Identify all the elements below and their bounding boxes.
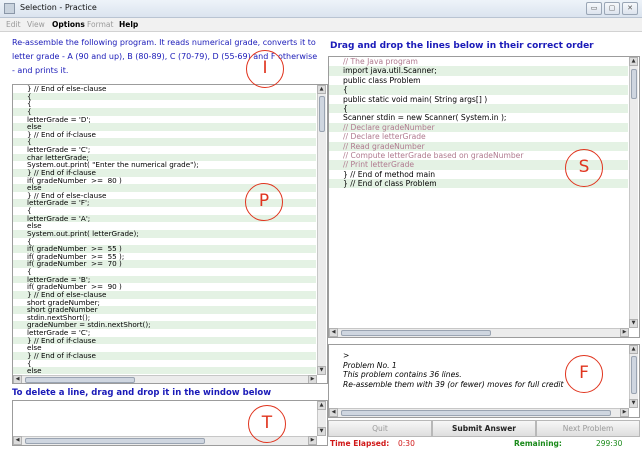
menu-help[interactable]: Help xyxy=(119,20,138,29)
program-panel[interactable]: } // End of else-clause{{{letterGrade = … xyxy=(12,84,328,384)
close-button[interactable]: ✕ xyxy=(622,2,638,15)
scroll-up-icon[interactable]: ▲ xyxy=(629,57,638,66)
scroll-up-icon[interactable]: ▲ xyxy=(317,401,326,410)
answer-line[interactable]: public static void main( String args[] ) xyxy=(329,95,628,104)
scroll-right-icon[interactable]: ▶ xyxy=(308,375,317,383)
program-line[interactable]: } // End of if-clause xyxy=(13,131,316,139)
menu-options[interactable]: Options xyxy=(52,20,85,29)
scroll-thumb[interactable] xyxy=(631,356,637,394)
window-title: Selection - Practice xyxy=(20,3,97,12)
scroll-down-icon[interactable]: ▼ xyxy=(629,399,638,408)
elapsed-label: Time Elapsed: xyxy=(330,439,390,448)
scroll-right-icon[interactable]: ▶ xyxy=(308,436,317,445)
program-vertical-scrollbar[interactable]: ▲ ▼ xyxy=(317,85,326,375)
program-line[interactable]: { xyxy=(13,359,316,368)
program-line[interactable]: { xyxy=(13,100,316,108)
scroll-thumb[interactable] xyxy=(341,330,491,336)
answer-horizontal-scrollbar[interactable]: ◀ ▶ xyxy=(329,328,629,337)
scroll-thumb[interactable] xyxy=(631,69,637,99)
scroll-left-icon[interactable]: ◀ xyxy=(329,408,338,417)
window-controls: ▭ ▢ ✕ xyxy=(586,2,638,15)
delete-vertical-scrollbar[interactable]: ▲ ▼ xyxy=(317,401,326,436)
drag-instructions: Drag and drop the lines below in their c… xyxy=(330,41,594,51)
scroll-down-icon[interactable]: ▼ xyxy=(629,319,638,328)
maximize-button[interactable]: ▢ xyxy=(604,2,620,15)
scroll-thumb[interactable] xyxy=(341,410,611,416)
instructions-line: Re-assemble the following program. It re… xyxy=(12,38,316,47)
answer-line[interactable]: { xyxy=(329,103,628,114)
answer-vertical-scrollbar[interactable]: ▲ ▼ xyxy=(629,57,638,328)
quit-button[interactable]: Quit xyxy=(328,420,432,437)
answer-line[interactable]: Scanner stdin = new Scanner( System.in )… xyxy=(329,113,628,122)
annotation-marker-t: T xyxy=(248,405,286,443)
answer-line[interactable]: { xyxy=(329,85,628,95)
program-line[interactable]: letterGrade = 'D'; xyxy=(13,115,316,124)
program-line[interactable]: else xyxy=(13,367,316,374)
scroll-thumb[interactable] xyxy=(25,377,135,383)
feedback-vertical-scrollbar[interactable]: ▲ ▼ xyxy=(629,345,638,408)
menu-edit[interactable]: Edit xyxy=(6,20,21,29)
answer-line[interactable]: import java.util.Scanner; xyxy=(329,66,628,76)
scroll-left-icon[interactable]: ◀ xyxy=(13,375,22,383)
menu-format[interactable]: Format xyxy=(87,20,113,29)
minimize-button[interactable]: ▭ xyxy=(586,2,602,15)
menubar: Edit View Options Format Help xyxy=(0,18,642,32)
program-line[interactable]: if( gradeNumber >= 70 ) xyxy=(13,260,316,268)
feedback-horizontal-scrollbar[interactable]: ◀ ▶ xyxy=(329,408,629,417)
scroll-thumb[interactable] xyxy=(25,438,205,444)
scroll-down-icon[interactable]: ▼ xyxy=(317,427,326,436)
annotation-marker-f: F xyxy=(565,355,603,393)
app-icon xyxy=(4,3,15,14)
scroll-down-icon[interactable]: ▼ xyxy=(317,366,326,375)
scroll-left-icon[interactable]: ◀ xyxy=(329,328,338,337)
program-line[interactable]: { xyxy=(13,93,316,101)
annotation-marker-s: S xyxy=(565,149,603,187)
answer-panel[interactable]: // The Java program import java.util.Scan… xyxy=(328,56,640,338)
program-horizontal-scrollbar[interactable]: ◀ ▶ xyxy=(13,375,317,383)
window-titlebar[interactable]: Selection - Practice ▭ ▢ ✕ xyxy=(0,0,642,18)
remaining-value: 299:30 xyxy=(596,439,623,448)
next-problem-button[interactable]: Next Problem xyxy=(536,420,640,437)
status-bar: Time Elapsed: 0:30 Remaining: 299:30 xyxy=(328,438,640,450)
answer-line[interactable]: // Declare letterGrade xyxy=(329,132,628,141)
scroll-thumb[interactable] xyxy=(319,96,325,132)
scroll-up-icon[interactable]: ▲ xyxy=(629,345,638,354)
answer-line[interactable]: // The Java program xyxy=(329,57,628,66)
program-line[interactable]: } // End of if-clause xyxy=(13,337,316,345)
submit-answer-button[interactable]: Submit Answer xyxy=(432,420,536,437)
action-buttons: Quit Submit Answer Next Problem xyxy=(328,420,640,437)
scroll-right-icon[interactable]: ▶ xyxy=(620,408,629,417)
annotation-marker-i: I xyxy=(246,50,284,88)
scroll-up-icon[interactable]: ▲ xyxy=(317,85,326,94)
elapsed-value: 0:30 xyxy=(398,439,415,448)
delete-instructions: To delete a line, drag and drop it in th… xyxy=(12,388,272,398)
scroll-right-icon[interactable]: ▶ xyxy=(620,328,629,337)
annotation-marker-p: P xyxy=(245,183,283,221)
program-line-list[interactable]: } // End of else-clause{{{letterGrade = … xyxy=(13,85,316,374)
program-line[interactable]: } // End of if-clause xyxy=(13,352,316,360)
menu-view[interactable]: View xyxy=(27,20,45,29)
answer-line[interactable]: // Declare gradeNumber xyxy=(329,122,628,133)
remaining-label: Remaining: xyxy=(514,439,562,448)
program-line[interactable]: if( gradeNumber >= 80 ) xyxy=(13,176,316,185)
answer-line[interactable]: public class Problem xyxy=(329,76,628,85)
scroll-left-icon[interactable]: ◀ xyxy=(13,436,22,445)
program-line[interactable]: System.out.print( letterGrade); xyxy=(13,230,316,238)
